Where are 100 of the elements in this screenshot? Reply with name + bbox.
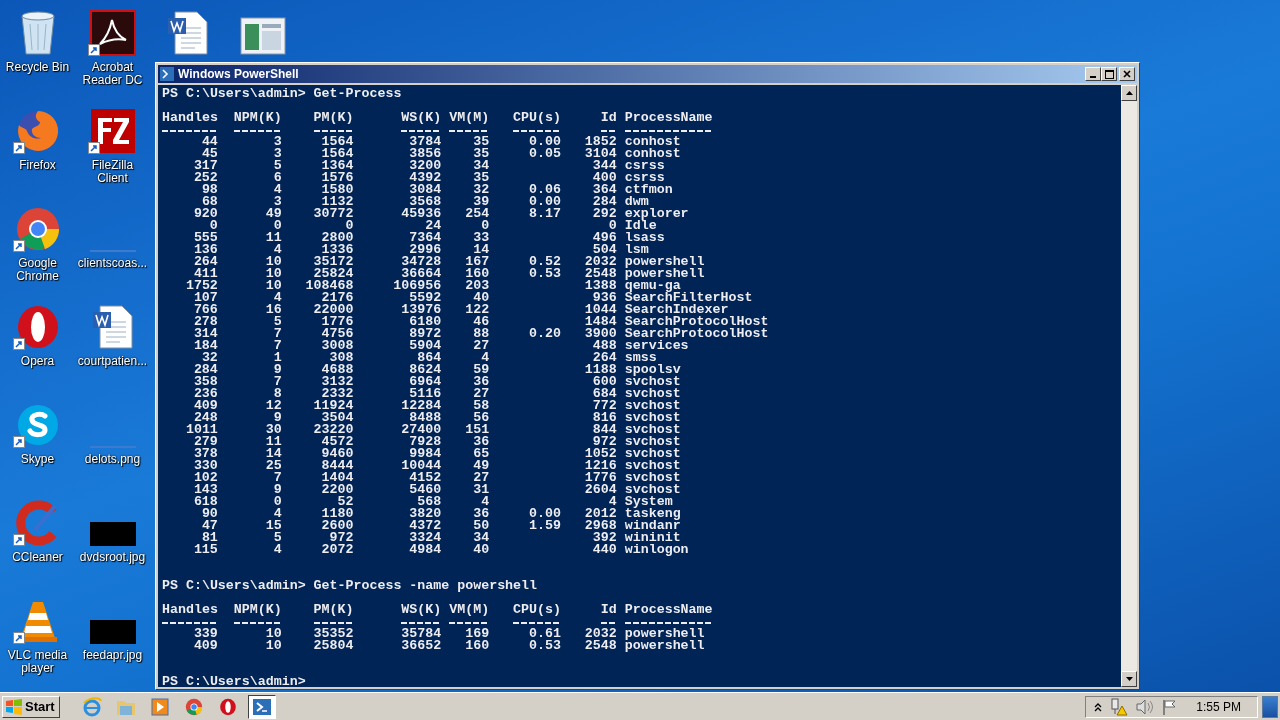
table-cell-text: 4: [272, 544, 282, 556]
table-cell-text: 3568: [409, 196, 442, 208]
icon-label[interactable]: Firefox: [0, 159, 75, 172]
icon-label[interactable]: dvdsroot.jpg: [75, 551, 150, 564]
table-cell-text: 1: [272, 352, 282, 364]
table-cell-text: 2604: [583, 484, 617, 496]
table-cell-text: 409: [192, 400, 218, 412]
table-cell-text: 4: [272, 184, 282, 196]
table-cell-text: 264: [192, 256, 218, 268]
table-cell-text: SearchFilterHost: [623, 292, 754, 304]
table-cell-text: 284: [591, 196, 617, 208]
table-cell-text: 36664: [401, 268, 442, 280]
table-cell-text: 136: [192, 244, 218, 256]
table-cell-text: 4: [608, 496, 617, 508]
table-cell-text: dwm: [623, 196, 649, 208]
network-warning-icon[interactable]: [1110, 697, 1129, 716]
table-cell-text: 5: [272, 316, 282, 328]
table-cell-text: 102: [192, 472, 218, 484]
table-cell-text: Idle: [623, 220, 657, 232]
table-cell-text: 5116: [409, 388, 442, 400]
table-cell-text: 2032: [583, 628, 617, 640]
table-cell-text: 36: [472, 508, 490, 520]
table-cell-text: 32: [201, 352, 218, 364]
scrollbar[interactable]: [1121, 85, 1137, 687]
table-cell-text: 3784: [408, 136, 442, 148]
column-header: Id: [599, 112, 617, 124]
column-header: VM(M): [448, 604, 490, 616]
icon-label[interactable]: Google Chrome: [0, 257, 75, 283]
icon-label[interactable]: feedapr.jpg: [75, 649, 150, 662]
command-line: PS C:\Users\admin> Get-Process -name powershell: [162, 580, 539, 592]
table-cell-text: 1752: [184, 280, 218, 292]
table-cell-text: 1564: [320, 148, 354, 160]
scroll-up-button[interactable]: [1121, 85, 1137, 101]
show-desktop-button[interactable]: [1262, 695, 1278, 718]
table-cell-text: 4392: [408, 172, 442, 184]
table-cell-text: services: [623, 340, 690, 352]
table-cell-text: 936: [592, 292, 617, 304]
table-cell-text: 45: [201, 148, 218, 160]
speaker-icon[interactable]: [1136, 698, 1155, 715]
table-cell-text: 9: [273, 412, 282, 424]
table-cell-text: svchost: [623, 388, 682, 400]
icon-label[interactable]: courtpatien...: [75, 355, 150, 368]
minimize-button[interactable]: [1085, 67, 1101, 81]
table-cell-text: 314: [192, 328, 218, 340]
icon-label[interactable]: Skype: [0, 453, 75, 466]
table-cell-text: 279: [192, 436, 218, 448]
table-cell-text: 98: [200, 184, 218, 196]
table-cell-text: 0.53: [528, 640, 561, 652]
table-cell-text: 160: [464, 268, 490, 280]
icon-label[interactable]: Acrobat Reader DC: [75, 61, 150, 87]
table-cell-text: winlogon: [623, 544, 690, 556]
maximize-button[interactable]: [1101, 67, 1117, 81]
table-cell-text: 68: [201, 196, 218, 208]
table-cell-text: 816: [591, 412, 617, 424]
table-cell-text: 11: [264, 232, 282, 244]
table-cell-text: 330: [192, 460, 218, 472]
table-cell-text: 2176: [321, 292, 354, 304]
table-cell-text: 1132: [321, 196, 354, 208]
icon-label[interactable]: FileZilla Client: [75, 159, 150, 185]
clock[interactable]: 1:55 PM: [1196, 699, 1241, 714]
table-cell-text: 34728: [400, 256, 442, 268]
icon-label[interactable]: CCleaner: [0, 551, 75, 564]
column-header: ProcessName: [623, 112, 714, 124]
table-cell-text: 23220: [312, 424, 354, 436]
table-cell-text: SearchProtocolHost: [623, 316, 770, 328]
close-button[interactable]: [1119, 67, 1135, 81]
table-cell-text: 22000: [312, 304, 354, 316]
column-header: NPM(K): [232, 112, 282, 124]
table-cell-text: 10: [264, 280, 282, 292]
icon-label[interactable]: Recycle Bin: [0, 61, 75, 74]
table-cell-text: 81: [201, 532, 218, 544]
table-cell-text: windanr: [623, 520, 682, 532]
icon-label[interactable]: VLC media player: [0, 649, 75, 675]
start-button[interactable]: Start: [2, 695, 60, 718]
column-header: WS(K): [400, 112, 442, 124]
table-cell-text: svchost: [623, 376, 682, 388]
table-cell-text: 1.59: [528, 520, 561, 532]
table-cell-text: 0: [608, 220, 617, 232]
up-arrow-icon: [1125, 91, 1133, 95]
table-cell-text: 2072: [320, 544, 354, 556]
column-header: CPU(s): [512, 604, 561, 616]
column-header: Handles: [162, 604, 218, 616]
table-cell-text: 3820: [408, 508, 442, 520]
powershell-icon: [251, 697, 272, 716]
windows-logo-icon: [5, 698, 23, 715]
chevron-up-icon[interactable]: [1094, 701, 1103, 712]
icon-label[interactable]: Opera: [0, 355, 75, 368]
scroll-down-button[interactable]: [1121, 671, 1137, 687]
taskbar-button[interactable]: [247, 694, 276, 719]
table-cell-text: 6964: [408, 376, 442, 388]
table-cell-text: 45936: [400, 208, 442, 220]
table-cell-text: 14: [473, 244, 490, 256]
table-cell-text: 4: [481, 352, 490, 364]
table-cell-text: 248: [193, 412, 218, 424]
table-cell-text: 972: [592, 436, 617, 448]
table-cell-text: 30772: [312, 208, 354, 220]
icon-label[interactable]: delots.png: [75, 453, 150, 466]
icon-label[interactable]: clientscoas...: [75, 257, 150, 270]
table-cell-text: 35: [472, 148, 490, 160]
table-cell-text: powershell: [623, 256, 706, 268]
